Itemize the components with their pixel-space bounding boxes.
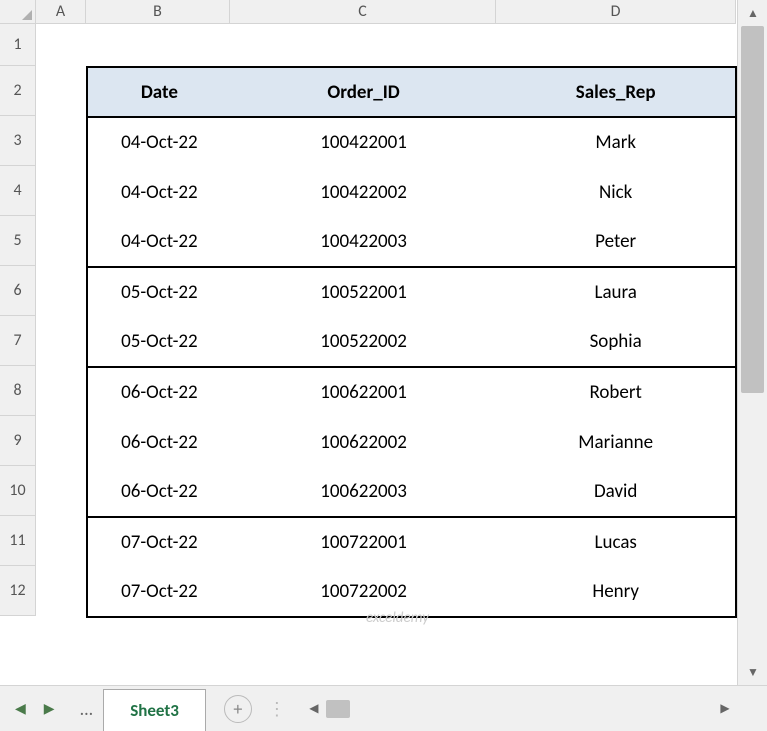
table-row: 06-Oct-22100622001Robert [87, 367, 736, 417]
row-header-10[interactable]: 10 [0, 466, 36, 516]
vertical-scrollbar[interactable]: ▲ ▼ [737, 0, 767, 685]
cell-order[interactable]: 100522002 [231, 317, 497, 367]
tab-ellipsis[interactable]: ... [70, 698, 104, 720]
header-rep[interactable]: Sales_Rep [496, 67, 736, 117]
vscroll-track[interactable] [738, 26, 767, 659]
cell-rep[interactable]: Nick [496, 167, 736, 217]
scroll-up-icon[interactable]: ▲ [738, 0, 767, 26]
table-row: 06-Oct-22100622002Marianne [87, 417, 736, 467]
cell-order[interactable]: 100622001 [231, 367, 497, 417]
table-row: 07-Oct-22100722001Lucas [87, 517, 736, 567]
cell-date[interactable]: 07-Oct-22 [87, 517, 231, 567]
row-header-7[interactable]: 7 [0, 316, 36, 366]
cell-rep[interactable]: Sophia [496, 317, 736, 367]
cell-rep[interactable]: Henry [496, 567, 736, 617]
col-header-d[interactable]: D [496, 0, 736, 24]
header-order[interactable]: Order_ID [231, 67, 497, 117]
cell-rep[interactable]: Robert [496, 367, 736, 417]
data-table: Date Order_ID Sales_Rep 04-Oct-221004220… [86, 66, 737, 618]
vscroll-thumb[interactable] [741, 26, 764, 393]
tab-divider: ⋮ [268, 698, 284, 720]
row-header-4[interactable]: 4 [0, 166, 36, 216]
tab-navigation: ◀ ▶ [0, 700, 70, 717]
new-sheet-button[interactable]: + [224, 695, 252, 723]
scroll-left-icon[interactable]: ◀ [302, 697, 326, 721]
cell-order[interactable]: 100422001 [231, 117, 497, 167]
scroll-down-icon[interactable]: ▼ [738, 659, 767, 685]
cell-date[interactable]: 05-Oct-22 [87, 267, 231, 317]
hscroll-track[interactable] [326, 697, 713, 721]
cell-order[interactable]: 100522001 [231, 267, 497, 317]
row-header-6[interactable]: 6 [0, 266, 36, 316]
table-row: 04-Oct-22100422003Peter [87, 217, 736, 267]
row-header-12[interactable]: 12 [0, 566, 36, 616]
table-row: 05-Oct-22100522001Laura [87, 267, 736, 317]
cell-rep[interactable]: Mark [496, 117, 736, 167]
tab-prev-icon[interactable]: ◀ [15, 700, 26, 717]
sheet-tab-active[interactable]: Sheet3 [103, 689, 206, 731]
cell-date[interactable]: 06-Oct-22 [87, 467, 231, 517]
cell-order[interactable]: 100422002 [231, 167, 497, 217]
table-row: 05-Oct-22100522002Sophia [87, 317, 736, 367]
cell-order[interactable]: 100722001 [231, 517, 497, 567]
cell-date[interactable]: 04-Oct-22 [87, 217, 231, 267]
cell-order[interactable]: 100422003 [231, 217, 497, 267]
hscroll-thumb[interactable] [326, 700, 350, 718]
cell-order[interactable]: 100622002 [231, 417, 497, 467]
select-all-icon [22, 10, 32, 20]
spreadsheet: A B C D 123456789101112 Date Order_ID Sa… [0, 0, 767, 731]
scroll-right-icon[interactable]: ▶ [713, 697, 737, 721]
row-header-11[interactable]: 11 [0, 516, 36, 566]
cell-rep[interactable]: Laura [496, 267, 736, 317]
select-all-cell[interactable] [0, 0, 36, 24]
column-headers: A B C D [36, 0, 736, 24]
col-header-b[interactable]: B [86, 0, 230, 24]
row-headers: 123456789101112 [0, 24, 36, 616]
grid-area[interactable]: Date Order_ID Sales_Rep 04-Oct-221004220… [36, 24, 737, 685]
row-header-5[interactable]: 5 [0, 216, 36, 266]
table-row: 06-Oct-22100622003David [87, 467, 736, 517]
table-row: 07-Oct-22100722002Henry [87, 567, 736, 617]
col-header-c[interactable]: C [230, 0, 496, 24]
table-row: 04-Oct-22100422002Nick [87, 167, 736, 217]
cell-order[interactable]: 100722002 [231, 567, 497, 617]
cell-date[interactable]: 05-Oct-22 [87, 317, 231, 367]
tab-next-icon[interactable]: ▶ [44, 700, 55, 717]
cell-order[interactable]: 100622003 [231, 467, 497, 517]
cell-date[interactable]: 07-Oct-22 [87, 567, 231, 617]
plus-icon: + [233, 698, 242, 720]
row-header-2[interactable]: 2 [0, 66, 36, 116]
cell-date[interactable]: 04-Oct-22 [87, 167, 231, 217]
cell-date[interactable]: 06-Oct-22 [87, 417, 231, 467]
horizontal-scrollbar[interactable]: ◀ ▶ [302, 697, 737, 721]
cell-date[interactable]: 04-Oct-22 [87, 117, 231, 167]
table-row: 04-Oct-22100422001Mark [87, 117, 736, 167]
bottom-bar: ◀ ▶ ... Sheet3 + ⋮ ◀ ▶ [0, 685, 767, 731]
col-header-a[interactable]: A [36, 0, 86, 24]
row-header-9[interactable]: 9 [0, 416, 36, 466]
row-header-3[interactable]: 3 [0, 116, 36, 166]
table-header-row: Date Order_ID Sales_Rep [87, 67, 736, 117]
row-header-8[interactable]: 8 [0, 366, 36, 416]
cell-rep[interactable]: Lucas [496, 517, 736, 567]
cell-rep[interactable]: David [496, 467, 736, 517]
row-header-1[interactable]: 1 [0, 24, 36, 66]
cell-rep[interactable]: Peter [496, 217, 736, 267]
header-date[interactable]: Date [87, 67, 231, 117]
cell-date[interactable]: 06-Oct-22 [87, 367, 231, 417]
cell-rep[interactable]: Marianne [496, 417, 736, 467]
